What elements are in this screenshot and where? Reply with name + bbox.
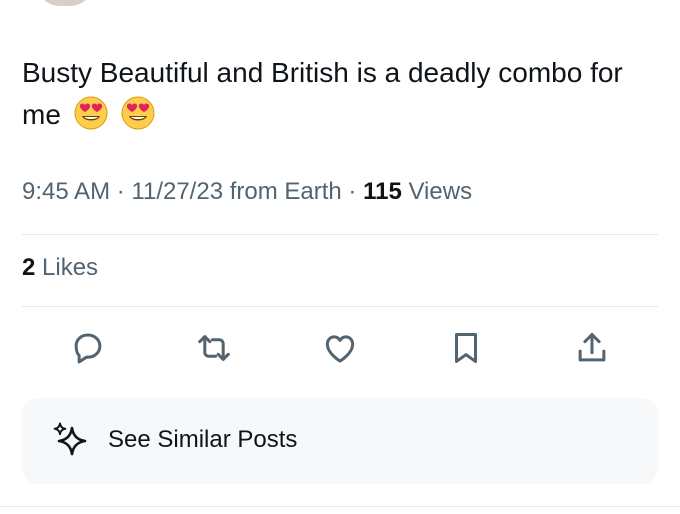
divider (22, 234, 658, 235)
divider (22, 306, 658, 307)
likes-label: Likes (42, 254, 99, 281)
bookmark-button[interactable] (440, 322, 492, 374)
meta-separator: · (116, 178, 125, 205)
heart-icon (325, 335, 355, 363)
action-bar (0, 322, 680, 374)
share-button[interactable] (566, 322, 618, 374)
bookmark-icon (454, 333, 478, 363)
tweet-time[interactable]: 9:45 AM (22, 178, 110, 205)
meta-separator: · (348, 178, 357, 205)
retweet-icon (198, 335, 230, 361)
reply-button[interactable] (62, 322, 114, 374)
tweet-date[interactable]: 11/27/23 (131, 178, 223, 205)
divider (0, 506, 680, 507)
see-similar-posts-button[interactable]: See Similar Posts (22, 398, 658, 484)
heart-eyes-emoji (74, 96, 108, 130)
heart-eyes-emoji (121, 96, 155, 130)
share-icon (578, 333, 606, 362)
like-button[interactable] (314, 322, 366, 374)
tweet-body: Busty Beautiful and British is a deadly … (22, 57, 623, 130)
tweet-source: from Earth (229, 178, 342, 205)
likes-link[interactable]: 2 Likes (22, 254, 98, 282)
sparkle-icon (53, 422, 87, 456)
see-similar-posts-label: See Similar Posts (108, 426, 298, 453)
avatar[interactable] (36, 0, 94, 6)
tweet-meta: 9:45 AM · 11/27/23 from Earth · 115 View… (22, 178, 472, 206)
views-count[interactable]: 115 (363, 178, 402, 205)
retweet-button[interactable] (188, 322, 240, 374)
views-label[interactable]: Views (408, 178, 472, 205)
reply-icon (74, 333, 102, 364)
tweet-text: Busty Beautiful and British is a deadly … (22, 52, 662, 136)
likes-count: 2 (22, 254, 36, 281)
